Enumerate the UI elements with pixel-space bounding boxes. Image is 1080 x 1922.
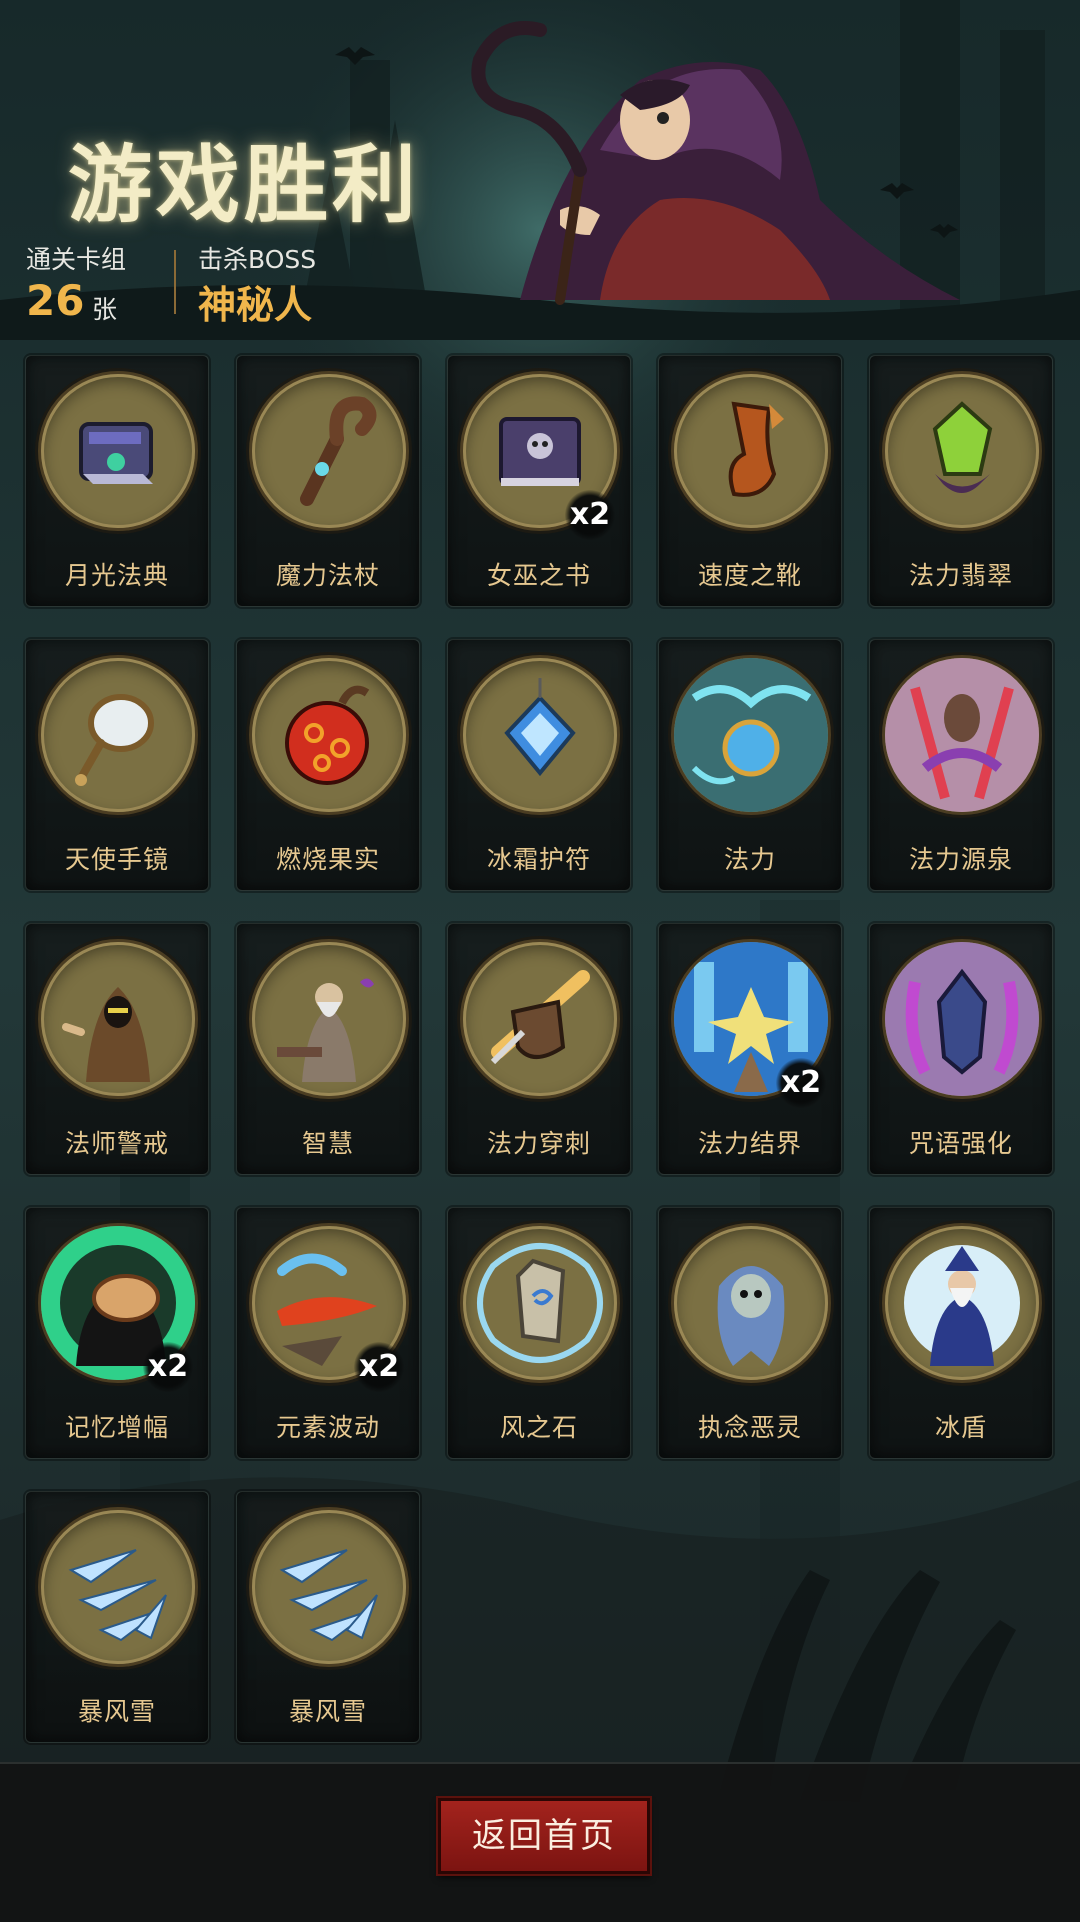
stat-divider bbox=[174, 250, 176, 314]
deck-label: 通关卡组 bbox=[26, 245, 127, 274]
card-name: 元素波动 bbox=[275, 1413, 380, 1442]
card-name: 记忆增幅 bbox=[64, 1413, 169, 1442]
spell-empower-icon bbox=[885, 942, 1039, 1096]
card-name: 魔力法杖 bbox=[275, 561, 380, 590]
ice-shield-icon bbox=[885, 1226, 1039, 1380]
wind-stone-icon bbox=[463, 1226, 617, 1380]
card-count-badge: x2 bbox=[776, 1058, 826, 1108]
card-name: 法力穿刺 bbox=[486, 1129, 591, 1158]
card-name: 法力 bbox=[723, 845, 776, 874]
deck-card[interactable]: x2 法力结界 bbox=[658, 923, 842, 1175]
deck-card-grid: 月光法典 魔力法杖 x2 女巫之书 速度之靴 法力翡翠 天使手镜 燃烧果实 冰霜… bbox=[25, 355, 1055, 1743]
card-count-badge: x2 bbox=[354, 1342, 404, 1392]
card-name: 咒语强化 bbox=[908, 1129, 1013, 1158]
deck-card[interactable]: 法力穿刺 bbox=[447, 923, 631, 1175]
speed-boots-icon bbox=[674, 374, 828, 528]
burning-fruit-icon bbox=[252, 658, 406, 812]
card-count-badge: x2 bbox=[565, 490, 615, 540]
moonlight-codex-icon bbox=[41, 374, 195, 528]
card-name: 智慧 bbox=[301, 1129, 354, 1158]
wisdom-icon bbox=[252, 942, 406, 1096]
deck-card[interactable]: 风之石 bbox=[447, 1207, 631, 1459]
card-name: 女巫之书 bbox=[486, 561, 591, 590]
deck-card[interactable]: 月光法典 bbox=[25, 355, 209, 607]
deck-card[interactable]: 冰霜护符 bbox=[447, 639, 631, 891]
mana-icon bbox=[674, 658, 828, 812]
mana-pierce-icon bbox=[463, 942, 617, 1096]
mana-emerald-icon bbox=[885, 374, 1039, 528]
obsessed-wraith-icon bbox=[674, 1226, 828, 1380]
card-name: 天使手镜 bbox=[64, 845, 169, 874]
card-name: 法力翡翠 bbox=[908, 561, 1013, 590]
deck-card[interactable]: 法力 bbox=[658, 639, 842, 891]
victory-title: 游戏胜利 bbox=[68, 136, 421, 234]
mage-vigilance-icon bbox=[41, 942, 195, 1096]
card-name: 速度之靴 bbox=[697, 561, 802, 590]
card-name: 风之石 bbox=[499, 1413, 578, 1442]
frost-amulet-icon bbox=[463, 658, 617, 812]
card-name: 执念恶灵 bbox=[697, 1413, 802, 1442]
boss-name: 神秘人 bbox=[198, 283, 313, 327]
card-count-badge: x2 bbox=[143, 1342, 193, 1392]
deck-card[interactable]: 燃烧果实 bbox=[236, 639, 420, 891]
card-name: 法力结界 bbox=[697, 1129, 802, 1158]
magic-staff-icon bbox=[252, 374, 406, 528]
mana-spring-icon bbox=[885, 658, 1039, 812]
card-name: 法师警戒 bbox=[64, 1129, 169, 1158]
boss-label: 击杀BOSS bbox=[198, 245, 317, 274]
card-name: 暴风雪 bbox=[77, 1697, 156, 1726]
deck-card[interactable]: 智慧 bbox=[236, 923, 420, 1175]
card-name: 冰霜护符 bbox=[486, 845, 591, 874]
deck-card[interactable]: 法力源泉 bbox=[869, 639, 1053, 891]
deck-card[interactable]: x2 记忆增幅 bbox=[25, 1207, 209, 1459]
deck-card[interactable]: 暴风雪 bbox=[236, 1491, 420, 1743]
deck-card[interactable]: 咒语强化 bbox=[869, 923, 1053, 1175]
return-home-button[interactable]: 返回首页 bbox=[438, 1798, 650, 1874]
deck-card[interactable]: 冰盾 bbox=[869, 1207, 1053, 1459]
blizzard-icon bbox=[252, 1510, 406, 1664]
card-name: 法力源泉 bbox=[908, 845, 1013, 874]
deck-card[interactable]: 法力翡翠 bbox=[869, 355, 1053, 607]
card-name: 暴风雪 bbox=[288, 1697, 367, 1726]
card-name: 月光法典 bbox=[64, 561, 169, 590]
deck-card[interactable]: 魔力法杖 bbox=[236, 355, 420, 607]
deck-card[interactable]: 法师警戒 bbox=[25, 923, 209, 1175]
deck-card[interactable]: 暴风雪 bbox=[25, 1491, 209, 1743]
card-name: 冰盾 bbox=[934, 1413, 987, 1442]
deck-count: 26 bbox=[26, 276, 85, 325]
card-name: 燃烧果实 bbox=[275, 845, 380, 874]
deck-card[interactable]: 天使手镜 bbox=[25, 639, 209, 891]
blizzard-icon bbox=[41, 1510, 195, 1664]
deck-card[interactable]: 速度之靴 bbox=[658, 355, 842, 607]
deck-card[interactable]: x2 女巫之书 bbox=[447, 355, 631, 607]
deck-card[interactable]: x2 元素波动 bbox=[236, 1207, 420, 1459]
angel-mirror-icon bbox=[41, 658, 195, 812]
deck-card[interactable]: 执念恶灵 bbox=[658, 1207, 842, 1459]
deck-unit: 张 bbox=[92, 295, 118, 324]
